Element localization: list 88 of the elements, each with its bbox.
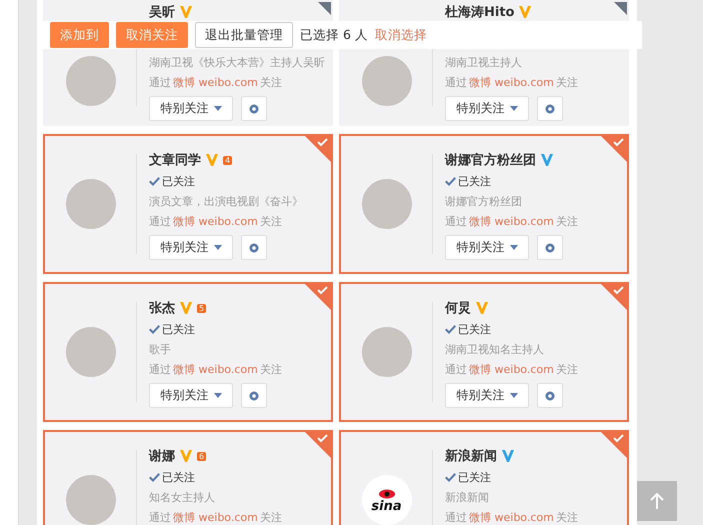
- settings-button[interactable]: [241, 383, 267, 408]
- user-card[interactable]: 文章同学 4 已关注 演员文章，出演电视剧《奋斗》 通过 微博 weibo.com 关注 特别关注: [43, 134, 333, 274]
- user-description: 湖南卫视《快乐大本营》主持人吴昕: [149, 55, 326, 71]
- settings-icon: [248, 242, 260, 254]
- settings-button[interactable]: [241, 96, 267, 121]
- settings-icon: [248, 390, 260, 402]
- user-card[interactable]: sina 新浪新闻 已关注 新浪新闻 通过 微博 weibo.com 关注: [339, 430, 629, 525]
- user-name[interactable]: 何炅: [445, 299, 471, 317]
- check-icon: [445, 325, 456, 334]
- followed-status: 已关注: [149, 321, 331, 338]
- followed-status: 已关注: [149, 469, 331, 486]
- avatar-placeholder[interactable]: [362, 56, 412, 106]
- user-name[interactable]: 文章同学: [149, 151, 201, 169]
- settings-button[interactable]: [537, 383, 563, 408]
- check-corner-icon: [305, 284, 331, 310]
- special-follow-dropdown[interactable]: 特别关注: [445, 96, 529, 121]
- member-level-badge: 4: [223, 156, 232, 164]
- back-to-top-button[interactable]: [637, 481, 677, 521]
- check-icon: [149, 325, 160, 334]
- check-icon: [149, 473, 160, 482]
- user-name[interactable]: 新浪新闻: [445, 447, 497, 465]
- user-name[interactable]: 谢娜官方粉丝团: [445, 151, 536, 169]
- member-level-badge: 5: [197, 304, 206, 312]
- user-card[interactable]: 何炅 已关注 湖南卫视知名主持人 通过 微博 weibo.com 关注 特别关注: [339, 282, 629, 422]
- check-corner-icon: [305, 136, 331, 162]
- caret-icon: [214, 245, 222, 250]
- avatar-placeholder[interactable]: [66, 475, 116, 525]
- check-icon: [445, 177, 456, 186]
- special-follow-dropdown[interactable]: 特别关注: [149, 96, 233, 121]
- avatar-placeholder[interactable]: [66, 327, 116, 377]
- user-card[interactable]: 谢娜官方粉丝团 已关注 谢娜官方粉丝团 通过 微博 weibo.com 关注 特别关注: [339, 134, 629, 274]
- follow-source: 通过 微博 weibo.com 关注: [149, 510, 283, 525]
- user-card[interactable]: 张杰 5 已关注 歌手 通过 微博 weibo.com 关注 特别关注: [43, 282, 333, 422]
- special-follow-dropdown[interactable]: 特别关注: [445, 235, 529, 260]
- settings-button[interactable]: [241, 235, 267, 260]
- member-level-badge: 6: [197, 452, 206, 460]
- follow-source: 通过 微博 weibo.com 关注: [149, 214, 283, 230]
- followed-status: 已关注: [445, 321, 627, 338]
- special-follow-dropdown[interactable]: 特别关注: [445, 383, 529, 408]
- settings-icon: [544, 242, 556, 254]
- logo-text: sina: [371, 498, 402, 514]
- check-icon: [445, 473, 456, 482]
- settings-icon: [248, 102, 260, 114]
- user-description: 演员文章，出演电视剧《奋斗》: [149, 194, 304, 210]
- toolbar-button[interactable]: 退出批量管理: [195, 22, 293, 48]
- follow-source: 通过 微博 weibo.com 关注: [149, 75, 283, 91]
- user-name[interactable]: 谢娜: [149, 447, 175, 465]
- user-card[interactable]: 谢娜 6 已关注 知名女主持人 通过 微博 weibo.com 关注: [43, 430, 333, 525]
- avatar-placeholder[interactable]: [66, 179, 116, 229]
- settings-icon: [544, 390, 556, 402]
- follow-source: 通过 微博 weibo.com 关注: [445, 214, 579, 230]
- avatar-placeholder[interactable]: [66, 56, 116, 106]
- settings-button[interactable]: [537, 235, 563, 260]
- settings-button[interactable]: [537, 96, 563, 121]
- user-description: 歌手: [149, 342, 172, 358]
- caret-icon: [214, 106, 222, 111]
- followed-status: 已关注: [149, 173, 331, 190]
- check-icon: [149, 177, 160, 186]
- user-description: 湖南卫视主持人: [445, 55, 523, 71]
- follow-source: 通过 微博 weibo.com 关注: [445, 510, 579, 525]
- special-follow-dropdown[interactable]: 特别关注: [149, 235, 233, 260]
- caret-icon: [510, 393, 518, 398]
- caret-icon: [214, 393, 222, 398]
- check-corner-icon: [601, 284, 627, 310]
- avatar-placeholder[interactable]: [362, 179, 412, 229]
- user-description: 湖南卫视知名主持人: [445, 342, 545, 358]
- corner-icon: [318, 2, 331, 15]
- avatar-placeholder[interactable]: [362, 327, 412, 377]
- user-name[interactable]: 张杰: [149, 299, 175, 317]
- user-description: 谢娜官方粉丝团: [445, 194, 523, 210]
- corner-icon: [614, 2, 627, 15]
- user-description: 知名女主持人: [149, 490, 216, 506]
- follow-source: 通过 微博 weibo.com 关注: [445, 75, 579, 91]
- user-description: 新浪新闻: [445, 490, 490, 506]
- check-corner-icon: [601, 432, 627, 458]
- arrow-up-icon: [649, 492, 665, 510]
- followed-status: 已关注: [445, 469, 627, 486]
- check-corner-icon: [601, 136, 627, 162]
- settings-icon: [544, 102, 556, 114]
- follow-source: 通过 微博 weibo.com 关注: [149, 362, 283, 378]
- special-follow-dropdown[interactable]: 特别关注: [149, 383, 233, 408]
- followed-status: 已关注: [445, 173, 627, 190]
- user-name[interactable]: 杜海涛Hito: [445, 3, 514, 21]
- follow-source: 通过 微博 weibo.com 关注: [445, 362, 579, 378]
- user-name[interactable]: 吴昕: [149, 3, 175, 21]
- check-corner-icon: [305, 432, 331, 458]
- caret-icon: [510, 245, 518, 250]
- caret-icon: [510, 106, 518, 111]
